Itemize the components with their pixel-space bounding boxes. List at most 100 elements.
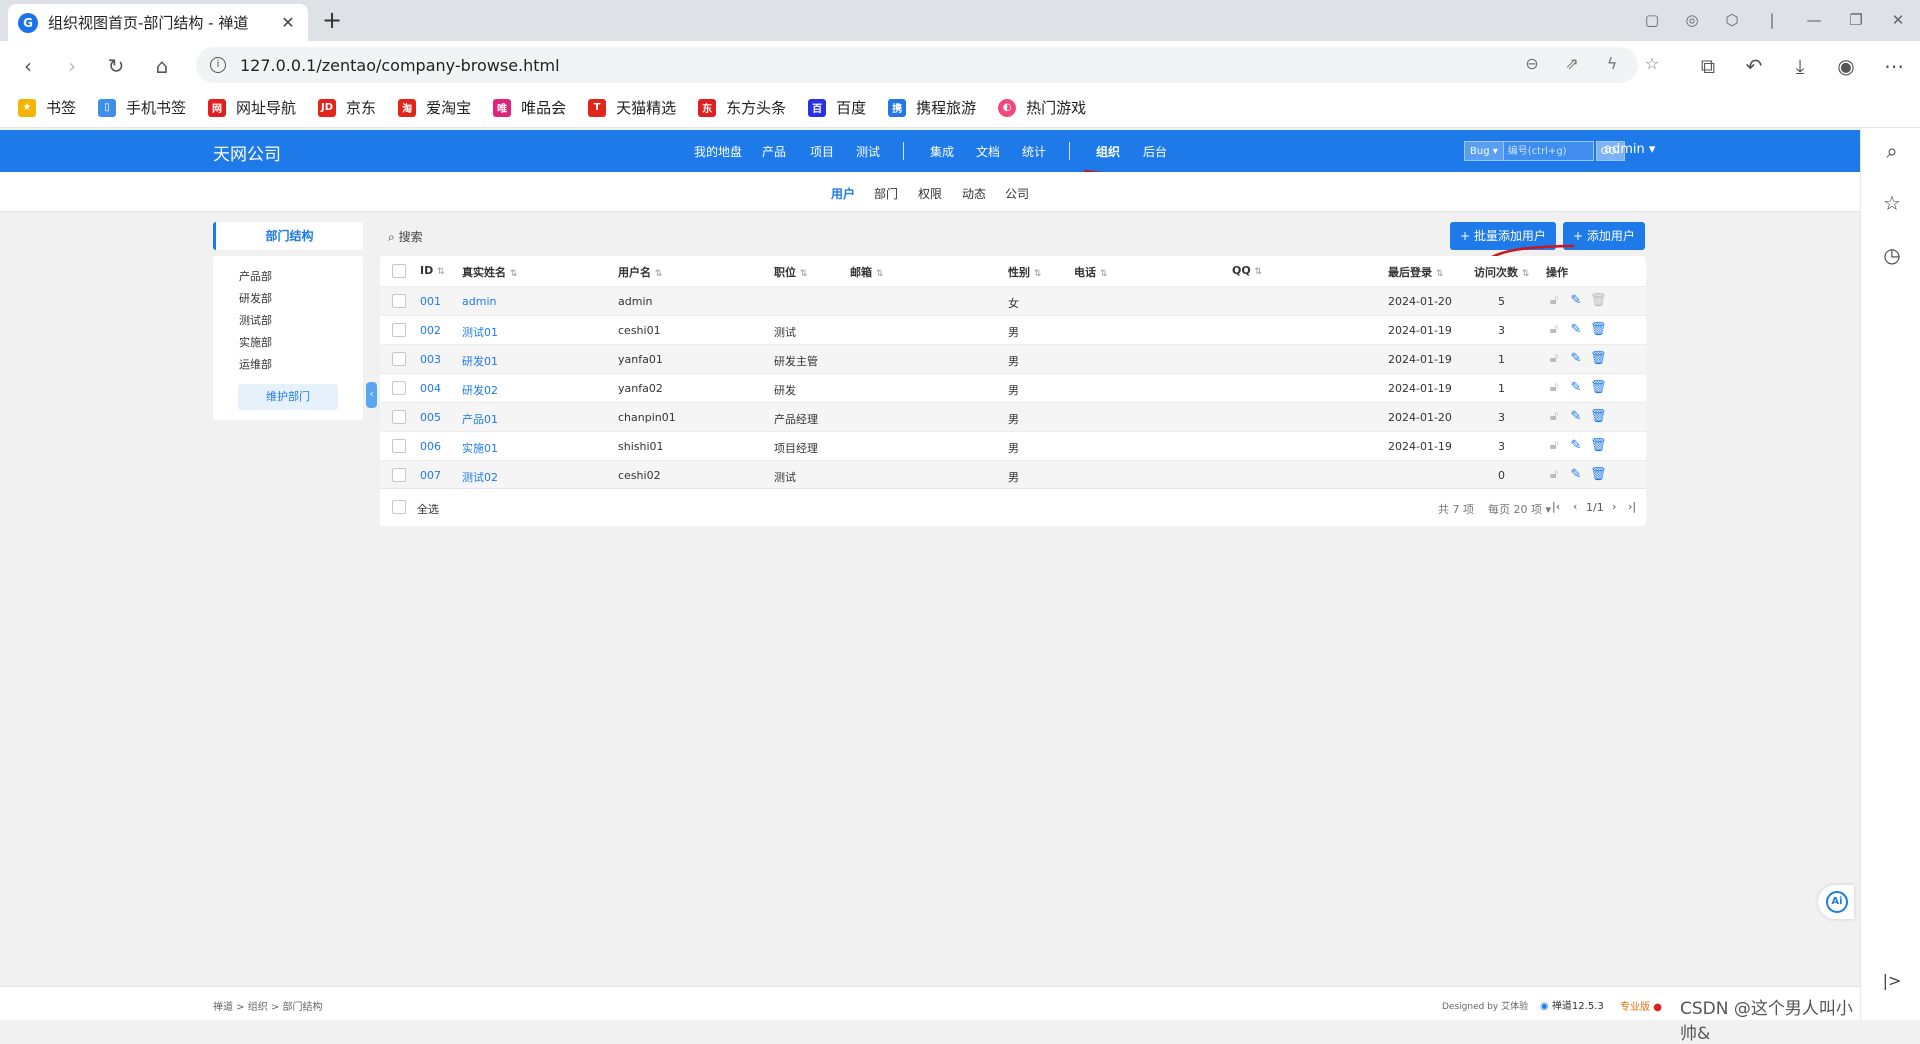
nav-my[interactable]: 我的地盘 (694, 143, 742, 160)
unlock-icon[interactable]: 🔓︎ (1546, 322, 1562, 338)
edition-badge[interactable]: 专业版 ● (1620, 998, 1662, 1013)
bookmark-item[interactable]: 网网址导航 (208, 97, 296, 118)
bookmark-item[interactable]: 东东方头条 (698, 97, 786, 118)
tab-company[interactable]: 公司 (1005, 185, 1029, 202)
dept-item[interactable]: 研发部 (239, 290, 272, 306)
select-all-checkbox-header[interactable] (392, 264, 406, 278)
bookmark-item[interactable]: 唯唯品会 (493, 97, 566, 118)
dept-item[interactable]: 实施部 (239, 334, 272, 350)
share-icon[interactable]: ⇗ (1560, 54, 1584, 73)
close-window-icon[interactable]: ✕ (1884, 8, 1912, 32)
realname-link[interactable]: 研发02 (462, 382, 498, 398)
unlock-icon[interactable]: 🔓︎ (1546, 409, 1562, 425)
row-checkbox[interactable] (392, 439, 406, 453)
breadcrumb-item[interactable]: 禅道 (213, 1002, 233, 1013)
page-size-select[interactable]: 每页 20 项 ▾ (1488, 501, 1551, 517)
realname-link[interactable]: admin (462, 295, 496, 308)
extension-puzzle-icon[interactable]: ⧉ (1694, 52, 1722, 80)
zoom-icon[interactable]: ⊖ (1520, 54, 1544, 73)
row-checkbox[interactable] (392, 381, 406, 395)
edit-icon[interactable]: ✎ (1568, 351, 1584, 367)
header-role[interactable]: 职位 ⇅ (774, 264, 807, 280)
realname-link[interactable]: 研发01 (462, 353, 498, 369)
select-all-label[interactable]: 全选 (417, 501, 439, 517)
user-id-link[interactable]: 003 (420, 353, 441, 366)
version-info[interactable]: ◉ 禅道12.5.3 (1540, 997, 1604, 1012)
favorites-icon[interactable]: ☆ (1879, 190, 1905, 216)
nav-company[interactable]: 组织 (1096, 143, 1120, 160)
browser-tab[interactable]: G 组织视图首页-部门结构 - 禅道 ✕ (8, 4, 308, 41)
home-icon[interactable]: ⌂ (148, 52, 176, 80)
extensions-icon[interactable]: ⬡ (1718, 8, 1746, 32)
nav-ci[interactable]: 集成 (930, 143, 954, 160)
unlock-icon[interactable]: 🔓︎ (1546, 293, 1562, 309)
last-page-icon[interactable]: ›| (1628, 500, 1636, 513)
edit-icon[interactable]: ✎ (1568, 322, 1584, 338)
company-name[interactable]: 天网公司 (213, 140, 281, 165)
nav-product[interactable]: 产品 (762, 143, 786, 160)
first-page-icon[interactable]: |‹ (1552, 500, 1560, 513)
bookmark-item[interactable]: JD 京东 (318, 97, 376, 118)
address-bar[interactable]: i 127.0.0.1/zentao/company-browse.html (196, 47, 1638, 83)
user-id-link[interactable]: 001 (420, 295, 441, 308)
edit-icon[interactable]: ✎ (1568, 380, 1584, 396)
edit-icon[interactable]: ✎ (1568, 409, 1584, 425)
bookmark-item[interactable]: 百百度 (808, 97, 866, 118)
tab-group[interactable]: 权限 (918, 185, 942, 202)
row-checkbox[interactable] (392, 294, 406, 308)
realname-link[interactable]: 实施01 (462, 440, 498, 456)
reload-icon[interactable]: ↻ (102, 52, 130, 80)
breadcrumb-item[interactable]: 部门结构 (283, 1002, 323, 1013)
unlock-icon[interactable]: 🔓︎ (1546, 380, 1562, 396)
user-id-link[interactable]: 002 (420, 324, 441, 337)
header-gender[interactable]: 性别 ⇅ (1008, 264, 1041, 280)
more-menu-icon[interactable]: ⋯ (1880, 52, 1908, 80)
history-clock-icon[interactable]: ◷ (1879, 242, 1905, 268)
forward-icon[interactable]: › (58, 52, 86, 80)
ai-assistant-button[interactable]: Ai (1818, 885, 1854, 919)
collapse-sidebar-icon[interactable]: ‹ (366, 382, 377, 408)
header-qq[interactable]: QQ ⇅ (1232, 264, 1262, 277)
favorite-star-icon[interactable]: ☆ (1640, 54, 1664, 73)
user-menu[interactable]: admin ▾ (1604, 142, 1655, 157)
header-visits[interactable]: 访问次数 ⇅ (1474, 264, 1529, 280)
profile-icon[interactable]: ◉ (1832, 52, 1860, 80)
realname-link[interactable]: 产品01 (462, 411, 498, 427)
delete-icon[interactable]: 🗑︎ (1590, 380, 1607, 396)
undo-icon[interactable]: ↶ (1740, 52, 1768, 80)
delete-icon[interactable]: 🗑︎ (1590, 438, 1607, 454)
bookmark-item[interactable]: ★ 书签 (18, 97, 76, 118)
nav-stat[interactable]: 统计 (1022, 143, 1046, 160)
user-id-link[interactable]: 007 (420, 469, 441, 482)
bookmark-item[interactable]: ◐ 热门游戏 (998, 97, 1086, 118)
flash-icon[interactable]: ϟ (1600, 54, 1624, 73)
header-account[interactable]: 用户名 ⇅ (618, 264, 662, 280)
unlock-icon[interactable]: 🔓︎ (1546, 351, 1562, 367)
search-toggle[interactable]: ⌕ 搜索 (388, 228, 423, 245)
user-id-link[interactable]: 005 (420, 411, 441, 424)
bookmark-item[interactable]: ▯ 手机书签 (98, 97, 186, 118)
dept-item[interactable]: 测试部 (239, 312, 272, 328)
header-realname[interactable]: 真实姓名 ⇅ (462, 264, 517, 280)
tab-user[interactable]: 用户 (831, 185, 855, 202)
user-id-link[interactable]: 006 (420, 440, 441, 453)
restore-icon[interactable]: ❐ (1842, 8, 1870, 32)
row-checkbox[interactable] (392, 352, 406, 366)
row-checkbox[interactable] (392, 468, 406, 482)
new-tab-button[interactable]: + (318, 6, 346, 34)
dept-item[interactable]: 产品部 (239, 268, 272, 284)
download-icon[interactable]: ⤓ (1786, 52, 1814, 80)
bookmark-item[interactable]: 淘爱淘宝 (398, 97, 471, 118)
close-tab-icon[interactable]: ✕ (278, 13, 298, 32)
breadcrumb-item[interactable]: 组织 (248, 1002, 268, 1013)
site-info-icon[interactable]: i (210, 57, 226, 73)
search-icon[interactable]: ⌕ (1879, 138, 1905, 164)
edit-icon[interactable]: ✎ (1568, 467, 1584, 483)
tab-dynamic[interactable]: 动态 (962, 185, 986, 202)
minimize-icon[interactable]: — (1800, 8, 1828, 32)
nav-admin[interactable]: 后台 (1143, 143, 1167, 160)
dept-item[interactable]: 运维部 (239, 356, 272, 372)
delete-icon[interactable]: 🗑︎ (1590, 351, 1607, 367)
realname-link[interactable]: 测试01 (462, 324, 498, 340)
row-checkbox[interactable] (392, 323, 406, 337)
